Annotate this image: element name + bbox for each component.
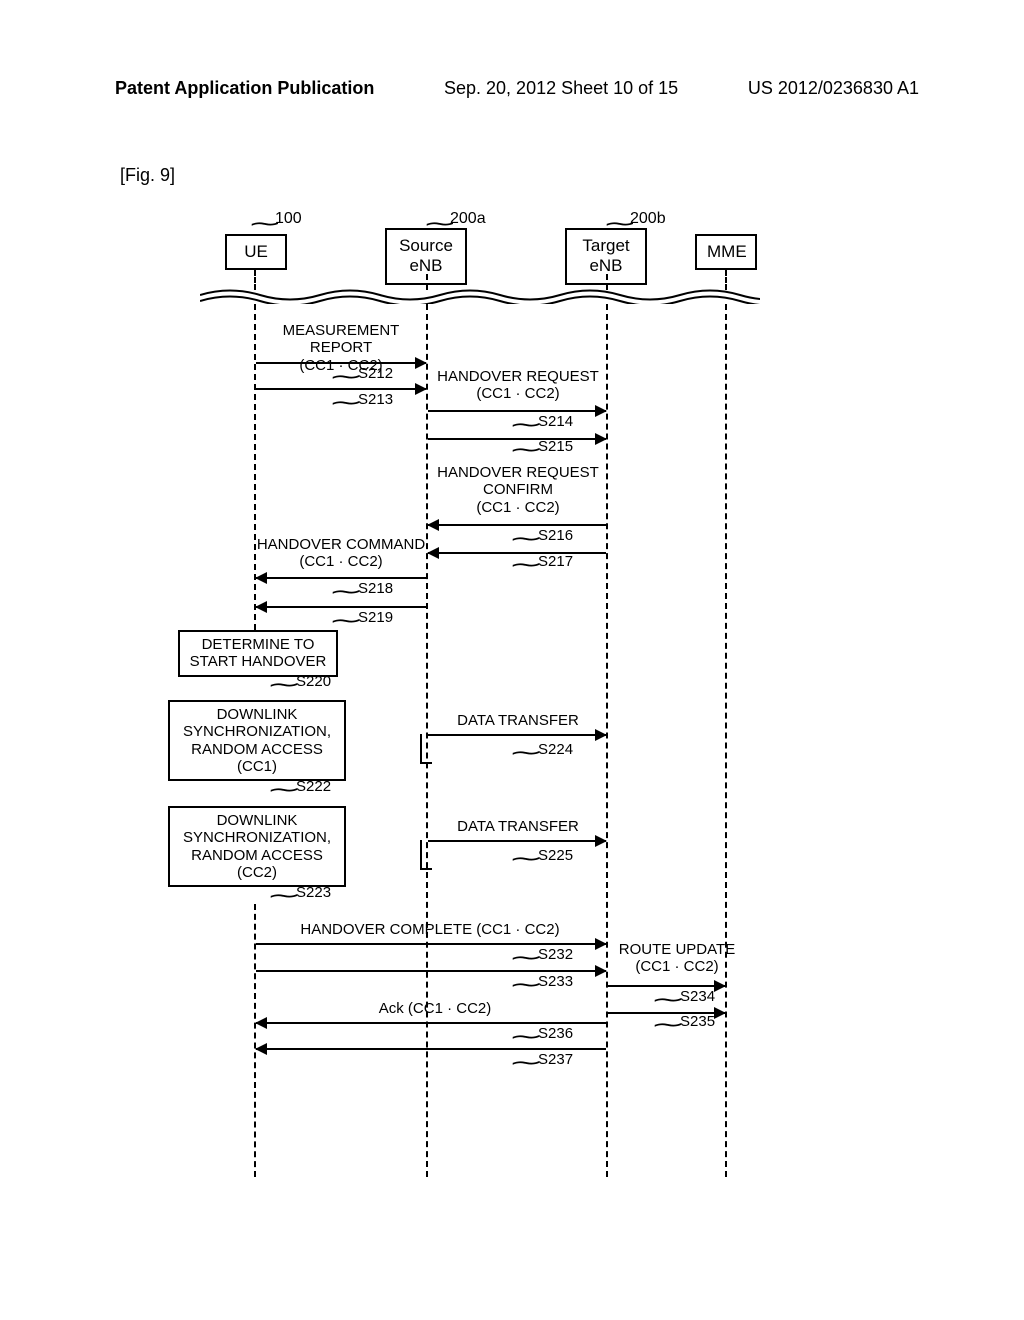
actor-target-l2: eNB [589, 256, 622, 275]
lifeline-mme [725, 304, 727, 1177]
msg-data-transfer-2: DATA TRANSFER [430, 818, 606, 835]
msg-ack: Ack (CC1 · CC2) [310, 1000, 560, 1017]
arrow-s237 [256, 1048, 606, 1050]
page-header: Patent Application Publication Sep. 20, … [0, 0, 1024, 99]
header-left: Patent Application Publication [115, 78, 374, 99]
step-s217: S217 [538, 553, 573, 570]
actor-ue-label: UE [244, 242, 268, 261]
step-s223: S223 [296, 884, 331, 901]
step-s218: S218 [358, 580, 393, 597]
msg-handover-command: HANDOVER COMMAND (CC1 · CC2) [255, 536, 427, 571]
actor-source-l1: Source [399, 236, 453, 255]
msg-data-transfer-1: DATA TRANSFER [430, 712, 606, 729]
header-center: Sep. 20, 2012 Sheet 10 of 15 [444, 78, 678, 99]
step-s215: S215 [538, 438, 573, 455]
msg-route-update: ROUTE UPDATE (CC1 · CC2) [612, 941, 742, 976]
step-s225: S225 [538, 847, 573, 864]
msg-handover-complete: HANDOVER COMPLETE (CC1 · CC2) [270, 921, 590, 938]
actor-mme: MME [695, 234, 757, 270]
process-downlink-cc2: DOWNLINK SYNCHRONIZATION, RANDOM ACCESS … [168, 806, 346, 887]
step-s214: S214 [538, 413, 573, 430]
arrow-s236 [256, 1022, 606, 1024]
actor-target-l1: Target [582, 236, 629, 255]
step-s219: S219 [358, 609, 393, 626]
step-s235: S235 [680, 1013, 715, 1030]
step-s222: S222 [296, 778, 331, 795]
sequence-diagram: ∼ 100 ∼ 200a ∼ 200b UE Source eNB Target… [160, 210, 940, 1210]
step-s213: S213 [358, 391, 393, 408]
ref-ue: 100 [275, 210, 302, 228]
actor-mme-label: MME [707, 242, 747, 261]
step-s233: S233 [538, 973, 573, 990]
step-s232: S232 [538, 946, 573, 963]
step-s236: S236 [538, 1025, 573, 1042]
process-determine: DETERMINE TO START HANDOVER [178, 630, 338, 677]
step-s216: S216 [538, 527, 573, 544]
msg-handover-request: HANDOVER REQUEST (CC1 · CC2) [430, 368, 606, 403]
step-s234: S234 [680, 988, 715, 1005]
figure-label: [Fig. 9] [120, 165, 175, 186]
header-right: US 2012/0236830 A1 [748, 78, 919, 99]
step-s224: S224 [538, 741, 573, 758]
actor-source-l2: eNB [409, 256, 442, 275]
arrow-s225 [428, 840, 606, 842]
step-s237: S237 [538, 1051, 573, 1068]
msg-handover-request-confirm: HANDOVER REQUEST CONFIRM (CC1 · CC2) [430, 464, 606, 516]
bracket-icon [420, 840, 432, 870]
arrow-s233 [256, 970, 606, 972]
step-s212: S212 [358, 365, 393, 382]
actor-ue: UE [225, 234, 287, 270]
arrow-s232 [256, 943, 606, 945]
process-downlink-cc1: DOWNLINK SYNCHRONIZATION, RANDOM ACCESS … [168, 700, 346, 781]
bracket-icon [420, 734, 432, 764]
ref-source: 200a [450, 210, 486, 228]
wavy-break-icon [200, 286, 760, 304]
arrow-s224 [428, 734, 606, 736]
ref-target: 200b [630, 210, 666, 228]
step-s220: S220 [296, 673, 331, 690]
